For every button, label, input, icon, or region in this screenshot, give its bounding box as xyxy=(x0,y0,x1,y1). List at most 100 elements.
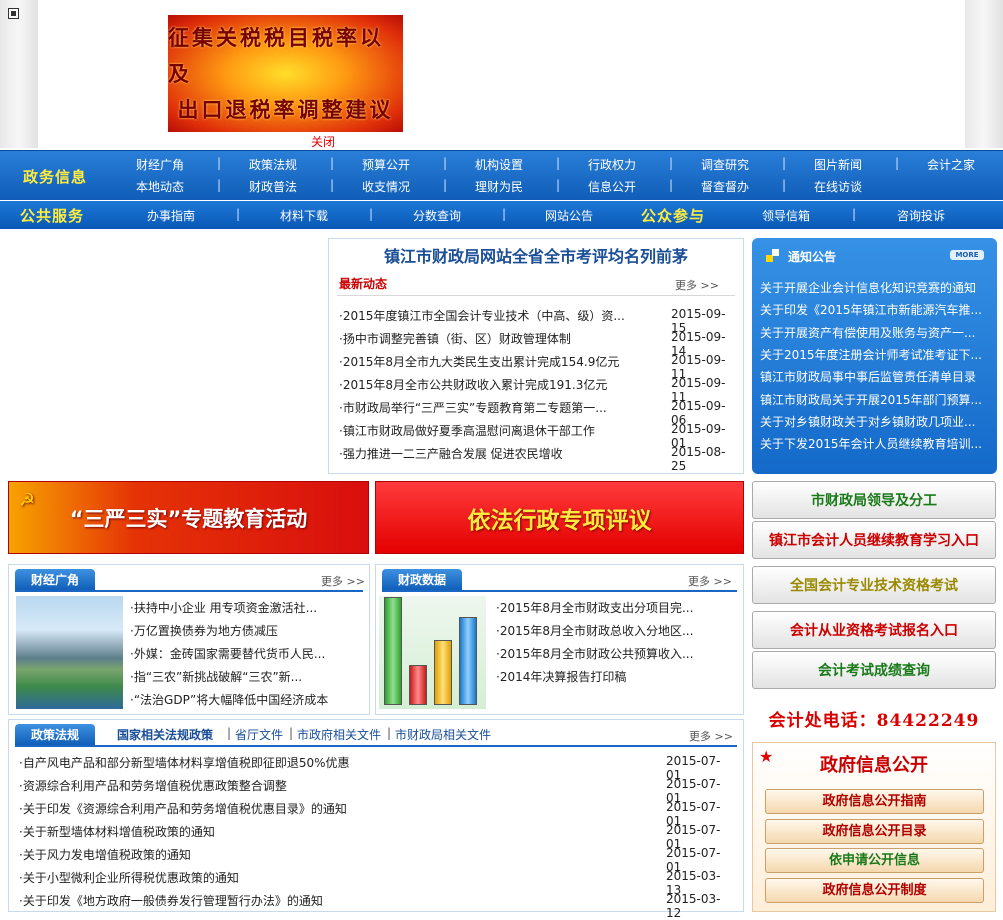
notice-more-button[interactable]: MORE xyxy=(950,250,984,260)
gov-info-button[interactable]: 政府信息公开目录 xyxy=(765,818,984,844)
policy-row[interactable]: ·自产风电产品和部分新型墙体材料享增值税即征即退50%优惠 2015-07-01 xyxy=(19,754,729,782)
notice-item[interactable]: 关于开展资产有偿使用及账务与资产一... xyxy=(760,324,984,346)
news-title[interactable]: ·强力推进一二三产融合发展 促进农民增收 xyxy=(339,445,629,462)
quick-link-button[interactable]: 会计从业资格考试报名入口 xyxy=(752,611,996,649)
finance-data-item[interactable]: ·2014年决算报告打印稿 xyxy=(496,668,741,685)
notice-item[interactable]: 关于2015年度注册会计师考试准考证下... xyxy=(760,346,984,368)
nav-item[interactable]: 行政权力 xyxy=(588,156,636,173)
nav-item[interactable]: 理财为民 xyxy=(475,178,523,195)
policy-title[interactable]: ·关于风力发电增值税政策的通知 xyxy=(19,846,191,863)
nav2-item[interactable]: 分数查询 xyxy=(413,207,461,224)
nav-item[interactable]: 调查研究 xyxy=(701,156,749,173)
news-title[interactable]: ·镇江市财政局做好夏季高温慰问离退休干部工作 xyxy=(339,422,629,439)
policy-title[interactable]: ·关于新型墙体材料增值税政策的通知 xyxy=(19,823,215,840)
news-row[interactable]: ·扬中市调整完善镇（街、区）财政管理体制 2015-09-14 xyxy=(339,330,739,358)
policy-row[interactable]: ·关于印发《资源综合利用产品和劳务增值税优惠目录》的通知 2015-07-01 xyxy=(19,800,729,828)
nav2-item[interactable]: 网站公告 xyxy=(545,207,593,224)
nav-item[interactable]: 督查督办 xyxy=(701,178,749,195)
finance-data-more-link[interactable]: 更多 >> xyxy=(688,573,732,589)
sanyan-banner[interactable]: ☭ “三严三实”专题教育活动 xyxy=(8,481,369,554)
nav-item[interactable]: 财经广角 xyxy=(136,156,184,173)
orange-bar xyxy=(434,640,452,705)
policy-subtab[interactable]: 国家相关法规政策 xyxy=(117,726,213,743)
tab-finance-data[interactable]: 财政数据 xyxy=(382,569,463,591)
notice-item[interactable]: 关于下发2015年会计人员继续教育培训... xyxy=(760,435,984,457)
nav-item[interactable]: 在线访谈 xyxy=(814,178,862,195)
policy-title[interactable]: ·关于印发《资源综合利用产品和劳务增值税优惠目录》的通知 xyxy=(19,800,347,817)
policy-date: 2015-03-12 xyxy=(666,892,721,920)
nav-item[interactable]: 会计之家 xyxy=(927,156,975,173)
policy-title[interactable]: ·关于印发《地方政府一般债券发行管理暂行办法》的通知 xyxy=(19,892,323,909)
notice-item[interactable]: 镇江市财政局关于开展2015年部门预算... xyxy=(760,391,984,413)
yifa-banner[interactable]: 依法行政专项评议 xyxy=(375,481,744,554)
policy-row[interactable]: ·关于新型墙体材料增值税政策的通知 2015-07-01 xyxy=(19,823,729,851)
finance-angle-item[interactable]: ·外媒：金砖国家需要替代货币人民... xyxy=(130,645,355,662)
quick-link-button[interactable]: 镇江市会计人员继续教育学习入口 xyxy=(752,521,996,559)
policy-title[interactable]: ·关于小型微利企业所得税优惠政策的通知 xyxy=(19,869,239,886)
nav-separator: | xyxy=(782,178,787,192)
floating-ad-banner[interactable]: 征集关税税目税率以及 出口退税率调整建议 xyxy=(168,15,403,132)
notice-item[interactable]: 镇江市财政局事中事后监管责任清单目录 xyxy=(760,368,984,390)
notice-item[interactable]: 关于对乡镇财政关于对乡镇财政几项业... xyxy=(760,413,984,435)
policy-subtab[interactable]: 市政府相关文件 xyxy=(297,726,381,743)
nav-item[interactable]: 信息公开 xyxy=(588,178,636,195)
policy-subtab[interactable]: 市财政局相关文件 xyxy=(395,726,491,743)
news-more-link[interactable]: 更多 >> xyxy=(675,277,719,293)
policy-more-link[interactable]: 更多 >> xyxy=(689,728,733,744)
nav2-item[interactable]: 材料下载 xyxy=(280,207,328,224)
tab-policy[interactable]: 政策法规 xyxy=(15,724,96,746)
notice-item[interactable]: 关于印发《2015年镇江市新能源汽车推... xyxy=(760,301,984,323)
gov-info-button[interactable]: 依申请公开信息 xyxy=(765,848,984,873)
finance-data-item[interactable]: ·2015年8月全市财政总收入分地区... xyxy=(496,622,741,639)
news-row[interactable]: ·2015年8月全市公共财政收入累计完成191.3亿元 2015-09-11 xyxy=(339,376,739,404)
nav-item[interactable]: 机构设置 xyxy=(475,156,523,173)
latest-news-panel: 镇江市财政局网站全省全市考评均名列前茅 最新动态 更多 >> ·2015年度镇江… xyxy=(328,238,744,474)
close-banner-link[interactable]: 关闭 xyxy=(311,133,335,150)
nav-item[interactable]: 图片新闻 xyxy=(814,156,862,173)
policy-row[interactable]: ·资源综合利用产品和劳务增值税优惠政策整合调整 2015-07-01 xyxy=(19,777,729,805)
nav-item[interactable]: 政策法规 xyxy=(249,156,297,173)
finance-angle-item[interactable]: ·指“三农”新挑战破解“三农”新... xyxy=(130,668,355,685)
news-row[interactable]: ·2015年度镇江市全国会计专业技术（中高、级）资... 2015-09-15 xyxy=(339,307,739,335)
nav-item[interactable]: 财政普法 xyxy=(249,178,297,195)
news-title[interactable]: ·市财政局举行“三严三实”专题教育第二专题第一... xyxy=(339,399,629,416)
finance-angle-more-link[interactable]: 更多 >> xyxy=(321,573,365,589)
news-row[interactable]: ·镇江市财政局做好夏季高温慰问离退休干部工作 2015-09-01 xyxy=(339,422,739,450)
notice-item[interactable]: 关于开展企业会计信息化知识竞赛的通知 xyxy=(760,279,984,301)
nav2-item[interactable]: 领导信箱 xyxy=(762,207,810,224)
nav-separator: | xyxy=(227,726,232,740)
policy-title[interactable]: ·自产风电产品和部分新型墙体材料享增值税即征即退50%优惠 xyxy=(19,754,350,771)
nav-item[interactable]: 预算公开 xyxy=(362,156,410,173)
finance-angle-item[interactable]: ·扶持中小企业 用专项资金激活社... xyxy=(130,599,355,616)
finance-data-item[interactable]: ·2015年8月全市财政公共预算收入... xyxy=(496,645,741,662)
city-photo[interactable] xyxy=(16,596,123,709)
nav-item[interactable]: 收支情况 xyxy=(362,178,410,195)
gov-info-button[interactable]: 政府信息公开制度 xyxy=(765,877,984,903)
news-row[interactable]: ·2015年8月全市九大类民生支出累计完成154.9亿元 2015-09-11 xyxy=(339,353,739,381)
bar-chart-image[interactable] xyxy=(379,596,486,709)
news-title[interactable]: ·扬中市调整完善镇（街、区）财政管理体制 xyxy=(339,330,629,347)
policy-subtab[interactable]: 省厅文件 xyxy=(235,726,283,743)
quick-link-button[interactable]: 会计考试成绩查询 xyxy=(752,651,996,689)
finance-angle-item[interactable]: ·万亿置换债券为地方债减压 xyxy=(130,622,355,639)
news-title[interactable]: ·2015年8月全市九大类民生支出累计完成154.9亿元 xyxy=(339,353,629,370)
finance-angle-item[interactable]: ·“法治GDP”将大幅降低中国经济成本 xyxy=(130,691,355,708)
tab-finance-angle[interactable]: 财经广角 xyxy=(15,569,96,591)
finance-data-item[interactable]: ·2015年8月全市财政支出分项目完... xyxy=(496,599,741,616)
news-title[interactable]: ·2015年度镇江市全国会计专业技术（中高、级）资... xyxy=(339,307,629,324)
window-icon[interactable] xyxy=(8,8,19,19)
main-nav: 政务信息 财经广角 | 政策法规 | 预算公开 | 机构设置 | 行政权力 | 调查研究 | 图片新闻 |… xyxy=(0,150,1003,200)
gov-info-button[interactable]: 政府信息公开指南 xyxy=(765,789,984,814)
policy-row[interactable]: ·关于风力发电增值税政策的通知 2015-07-01 xyxy=(19,846,729,874)
news-row[interactable]: ·强力推进一二三产融合发展 促进农民增收 2015-08-25 xyxy=(339,445,739,473)
nav-item[interactable]: 本地动态 xyxy=(136,178,184,195)
quick-link-button[interactable]: 全国会计专业技术资格考试 xyxy=(752,566,996,604)
nav2-item[interactable]: 办事指南 xyxy=(147,207,195,224)
policy-row[interactable]: ·关于小型微利企业所得税优惠政策的通知 2015-03-13 xyxy=(19,869,729,897)
news-title[interactable]: ·2015年8月全市公共财政收入累计完成191.3亿元 xyxy=(339,376,629,393)
news-row[interactable]: ·市财政局举行“三严三实”专题教育第二专题第一... 2015-09-06 xyxy=(339,399,739,427)
policy-title[interactable]: ·资源综合利用产品和劳务增值税优惠政策整合调整 xyxy=(19,777,287,794)
quick-link-button[interactable]: 市财政局领导及分工 xyxy=(752,481,996,519)
nav2-item[interactable]: 咨询投诉 xyxy=(897,207,945,224)
news-headline[interactable]: 镇江市财政局网站全省全市考评均名列前茅 xyxy=(329,243,743,267)
